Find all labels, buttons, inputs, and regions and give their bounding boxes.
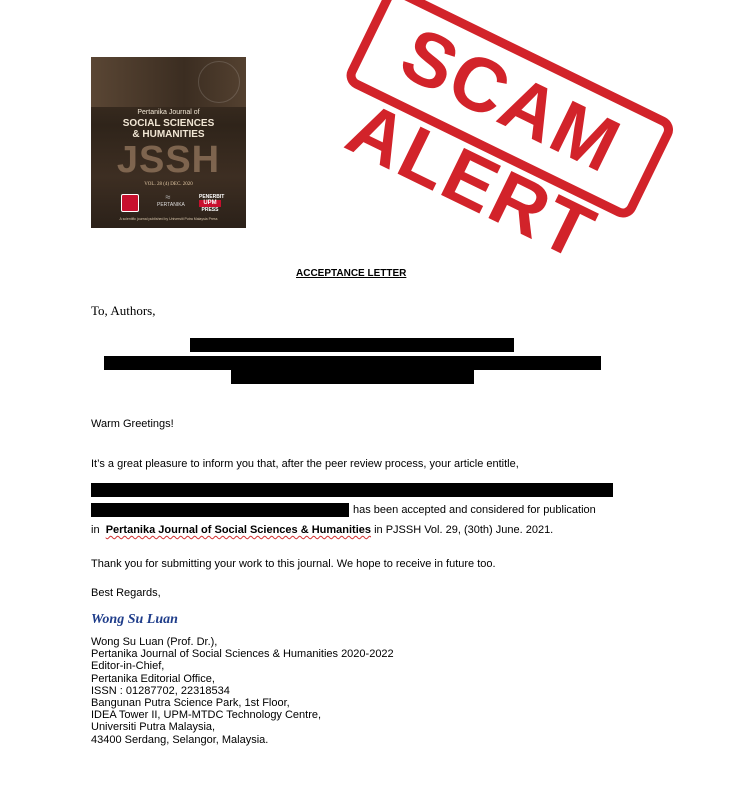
upm-press-logo: PENERBIT UPM PRESS [199, 194, 224, 213]
sig-line: Pertanika Editorial Office, [91, 672, 215, 685]
closing: Best Regards, [91, 587, 161, 599]
greeting: Warm Greetings! [91, 418, 174, 430]
scam-alert-stamp: SCAM ALERT [324, 0, 695, 277]
sig-line: Universiti Putra Malaysia, [91, 721, 216, 734]
journal-name: Pertanika Journal of Social Sciences & H… [105, 524, 372, 536]
signature: Wong Su Luan [91, 612, 178, 627]
redaction-bar [91, 483, 613, 497]
sig-line: ISSN : 01287702, 22318534 [91, 684, 230, 697]
thanks-text: Thank you for submitting your work to th… [91, 558, 496, 570]
signature-block: Wong Su Luan (Prof. Dr.), Pertanika Jour… [91, 636, 394, 746]
pertanika-logo-text: PERTANIKA [157, 202, 185, 208]
letter-heading: ACCEPTANCE LETTER [296, 268, 407, 279]
sig-line: Pertanika Journal of Social Sciences & H… [91, 648, 394, 661]
university-crest-icon [121, 194, 139, 212]
cover-title-part1: SOCIAL SCIENCES [122, 118, 215, 129]
upm-press-mid: UPM [199, 200, 221, 207]
cover-circle-decoration [198, 61, 240, 103]
redaction-bar [231, 370, 474, 384]
intro-text: It’s a great pleasure to inform you that… [91, 458, 519, 470]
sig-line: IDEA Tower II, UPM-MTDC Technology Centr… [91, 709, 322, 722]
sig-line: Bangunan Putra Science Park, 1st Floor, [91, 697, 290, 710]
sig-line: Wong Su Luan (Prof. Dr.), [91, 636, 218, 648]
journal-cover-image: Pertanika Journal of SOCIAL SCIENCES & H… [91, 57, 246, 228]
accepted-text: has been accepted and considered for pub… [353, 504, 596, 516]
sig-line: Editor-in-Chief, [91, 660, 165, 673]
cover-journal-line1: Pertanika Journal of [137, 109, 200, 116]
sig-line: 43400 Serdang, Selangor, Malaysia. [91, 733, 269, 746]
redaction-bar [91, 503, 349, 517]
salutation: To, Authors, [91, 303, 156, 318]
cover-abbrev: JSSH [116, 139, 221, 181]
cover-published-by: A scientific journal published by Univer… [119, 217, 218, 221]
journal-line: in Pertanika Journal of Social Sciences … [91, 524, 553, 537]
cover-journal-title: SOCIAL SCIENCES & HUMANITIES [91, 118, 246, 140]
redaction-bar [104, 356, 601, 370]
issue-text: in PJSSH Vol. 29, (30th) June. 2021. [374, 524, 554, 536]
cover-volume: VOL. 28 (4) DEC. 2020 [144, 182, 193, 187]
upm-press-bottom: PRESS [201, 207, 219, 213]
redaction-bar [190, 338, 514, 352]
in-word: in [91, 524, 100, 536]
stamp-text: SCAM ALERT [334, 11, 634, 278]
pertanika-logo: ≈ PERTANIKA [157, 192, 185, 209]
